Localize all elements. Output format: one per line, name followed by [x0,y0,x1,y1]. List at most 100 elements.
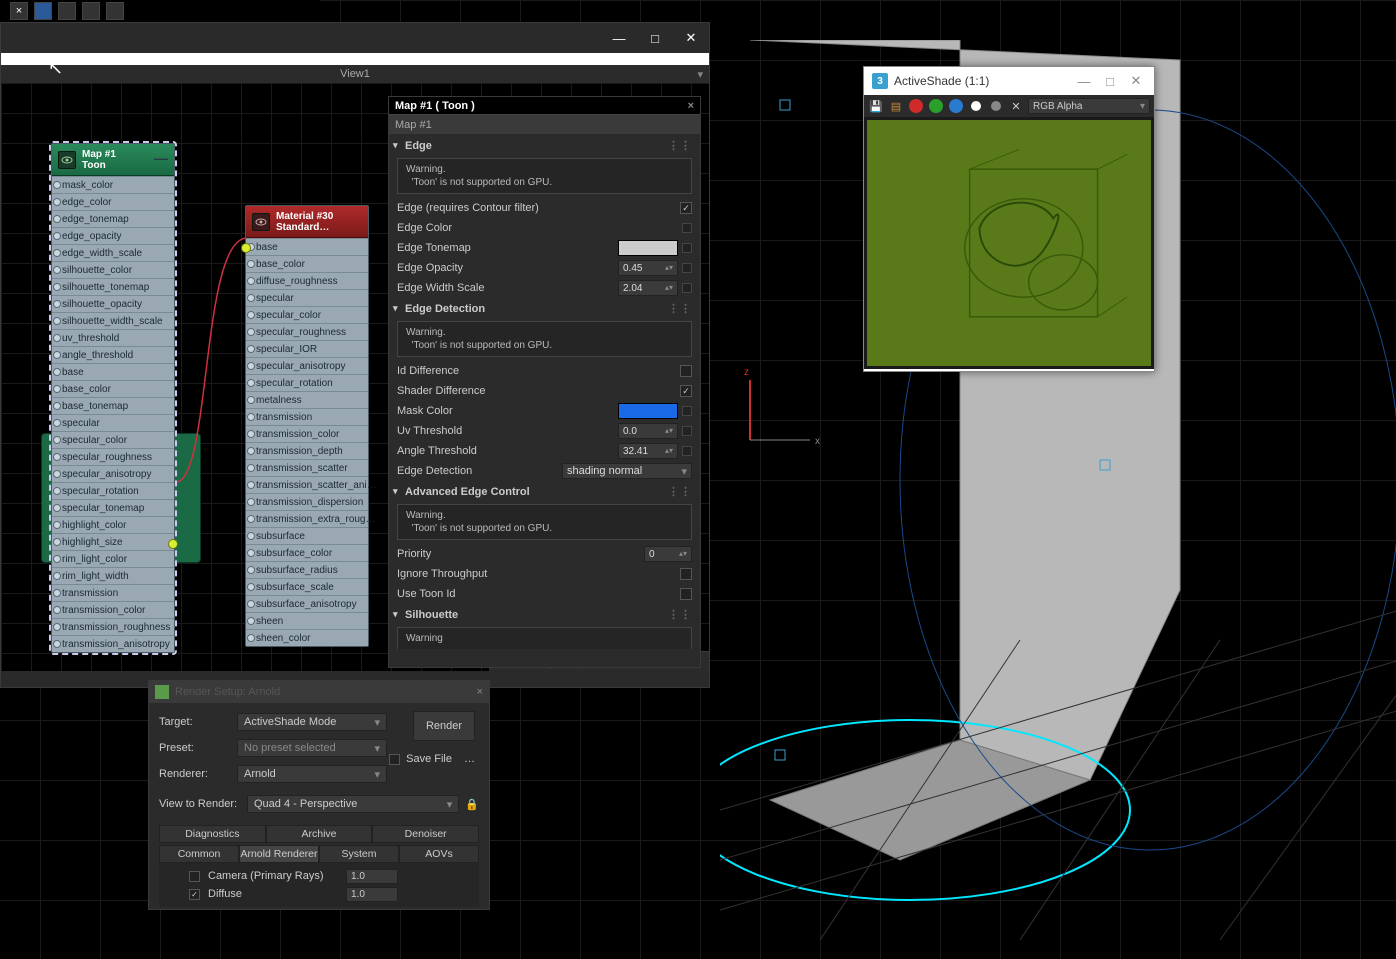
param-base_tonemap[interactable]: base_tonemap [52,397,174,414]
section-edge[interactable]: Edge⋮⋮ [389,135,700,154]
input-socket[interactable] [247,498,255,506]
input-socket[interactable] [53,606,61,614]
record-blue-icon[interactable] [948,98,964,114]
node-header[interactable]: Material #30 Standard… [246,206,368,238]
editor-titlebar[interactable]: — □ ✕ [1,23,709,53]
param-base_color[interactable]: base_color [246,255,368,272]
minimize-node-icon[interactable]: — [154,150,168,166]
ignore-throughput-checkbox[interactable] [680,568,692,580]
input-socket[interactable] [53,215,61,223]
save-icon[interactable]: 💾 [868,98,884,114]
param-base[interactable]: base [52,363,174,380]
input-socket[interactable] [53,300,61,308]
node-material-standard[interactable]: Material #30 Standard… basebase_colordif… [245,205,369,647]
param-subsurface[interactable]: subsurface [246,527,368,544]
node-output-socket[interactable] [168,539,178,549]
input-socket[interactable] [53,351,61,359]
param-diffuse_roughness[interactable]: diffuse_roughness [246,272,368,289]
input-socket[interactable] [53,266,61,274]
input-socket[interactable] [247,532,255,540]
param-edge_color[interactable]: edge_color [52,193,174,210]
param-transmission_anisotropy[interactable]: transmission_anisotropy [52,635,174,652]
input-socket[interactable] [53,232,61,240]
record-green-icon[interactable] [928,98,944,114]
tab-archive[interactable]: Archive [266,825,373,843]
camera-rays-checkbox[interactable] [189,871,200,882]
param-edge_tonemap[interactable]: edge_tonemap [52,210,174,227]
input-socket[interactable] [53,385,61,393]
map-toggle[interactable] [682,406,692,416]
maximize-button[interactable]: □ [1100,74,1120,89]
param-specular_anisotropy[interactable]: specular_anisotropy [52,465,174,482]
param-rim_light_color[interactable]: rim_light_color [52,550,174,567]
close-icon[interactable]: × [477,686,483,698]
input-socket[interactable] [53,470,61,478]
param-silhouette_width_scale[interactable]: silhouette_width_scale [52,312,174,329]
input-socket[interactable] [53,198,61,206]
mono-dot-icon[interactable] [968,98,984,114]
param-mask_color[interactable]: mask_color [52,176,174,193]
preview-icon[interactable] [252,213,270,231]
uv-threshold-spinner[interactable]: 0.0▴▾ [618,423,678,439]
param-silhouette_tonemap[interactable]: silhouette_tonemap [52,278,174,295]
input-socket[interactable] [247,634,255,642]
param-subsurface_scale[interactable]: subsurface_scale [246,578,368,595]
minimize-button[interactable]: — [609,28,629,48]
param-specular_anisotropy[interactable]: specular_anisotropy [246,357,368,374]
maximize-button[interactable]: □ [645,28,665,48]
param-transmission_extra_roug…[interactable]: transmission_extra_roug… [246,510,368,527]
material-slot-row[interactable]: Map #1 [389,115,700,135]
renderer-select[interactable]: Arnold▾ [237,765,387,783]
param-metalness[interactable]: metalness [246,391,368,408]
map-toggle[interactable] [682,243,692,253]
param-rim_light_width[interactable]: rim_light_width [52,567,174,584]
param-specular_color[interactable]: specular_color [52,431,174,448]
input-socket[interactable] [53,402,61,410]
param-transmission_color[interactable]: transmission_color [246,425,368,442]
param-uv_threshold[interactable]: uv_threshold [52,329,174,346]
node-input-socket-base[interactable] [241,243,251,253]
edge-width-spinner[interactable]: 2.04▴▾ [618,280,678,296]
use-toon-id-checkbox[interactable] [680,588,692,600]
tab-diagnostics[interactable]: Diagnostics [159,825,266,843]
input-socket[interactable] [247,600,255,608]
input-socket[interactable] [247,549,255,557]
record-red-icon[interactable] [908,98,924,114]
target-select[interactable]: ActiveShade Mode▾ [237,713,387,731]
priority-spinner[interactable]: 0▴▾ [644,546,692,562]
param-transmission_dispersion[interactable]: transmission_dispersion [246,493,368,510]
param-highlight_color[interactable]: highlight_color [52,516,174,533]
close-button[interactable]: ✕ [1126,73,1146,89]
input-socket[interactable] [247,277,255,285]
input-socket[interactable] [247,583,255,591]
render-button[interactable]: Render [413,711,475,741]
map-toggle[interactable] [682,283,692,293]
save-file-browse[interactable]: … [464,753,475,765]
input-socket[interactable] [53,317,61,325]
tab-common[interactable]: Common [159,845,239,863]
input-socket[interactable] [53,623,61,631]
input-socket[interactable] [53,453,61,461]
section-advanced-edge[interactable]: Advanced Edge Control⋮⋮ [389,481,700,500]
input-socket[interactable] [247,294,255,302]
input-socket[interactable] [247,413,255,421]
param-transmission_depth[interactable]: transmission_depth [246,442,368,459]
param-specular_rotation[interactable]: specular_rotation [246,374,368,391]
param-specular_roughness[interactable]: specular_roughness [52,448,174,465]
editor-menubar[interactable] [1,53,709,65]
param-edge_opacity[interactable]: edge_opacity [52,227,174,244]
input-socket[interactable] [247,464,255,472]
channel-select[interactable]: RGB Alpha▾ [1028,98,1150,114]
properties-close-icon[interactable]: × [688,100,694,112]
param-specular_color[interactable]: specular_color [246,306,368,323]
input-socket[interactable] [247,617,255,625]
section-silhouette[interactable]: Silhouette⋮⋮ [389,604,700,623]
preset-select[interactable]: No preset selected▾ [237,739,387,757]
param-silhouette_opacity[interactable]: silhouette_opacity [52,295,174,312]
angle-threshold-spinner[interactable]: 32.41▴▾ [618,443,678,459]
input-socket[interactable] [247,447,255,455]
input-socket[interactable] [247,311,255,319]
param-specular_tonemap[interactable]: specular_tonemap [52,499,174,516]
param-transmission_scatter_ani…[interactable]: transmission_scatter_ani… [246,476,368,493]
input-socket[interactable] [53,419,61,427]
